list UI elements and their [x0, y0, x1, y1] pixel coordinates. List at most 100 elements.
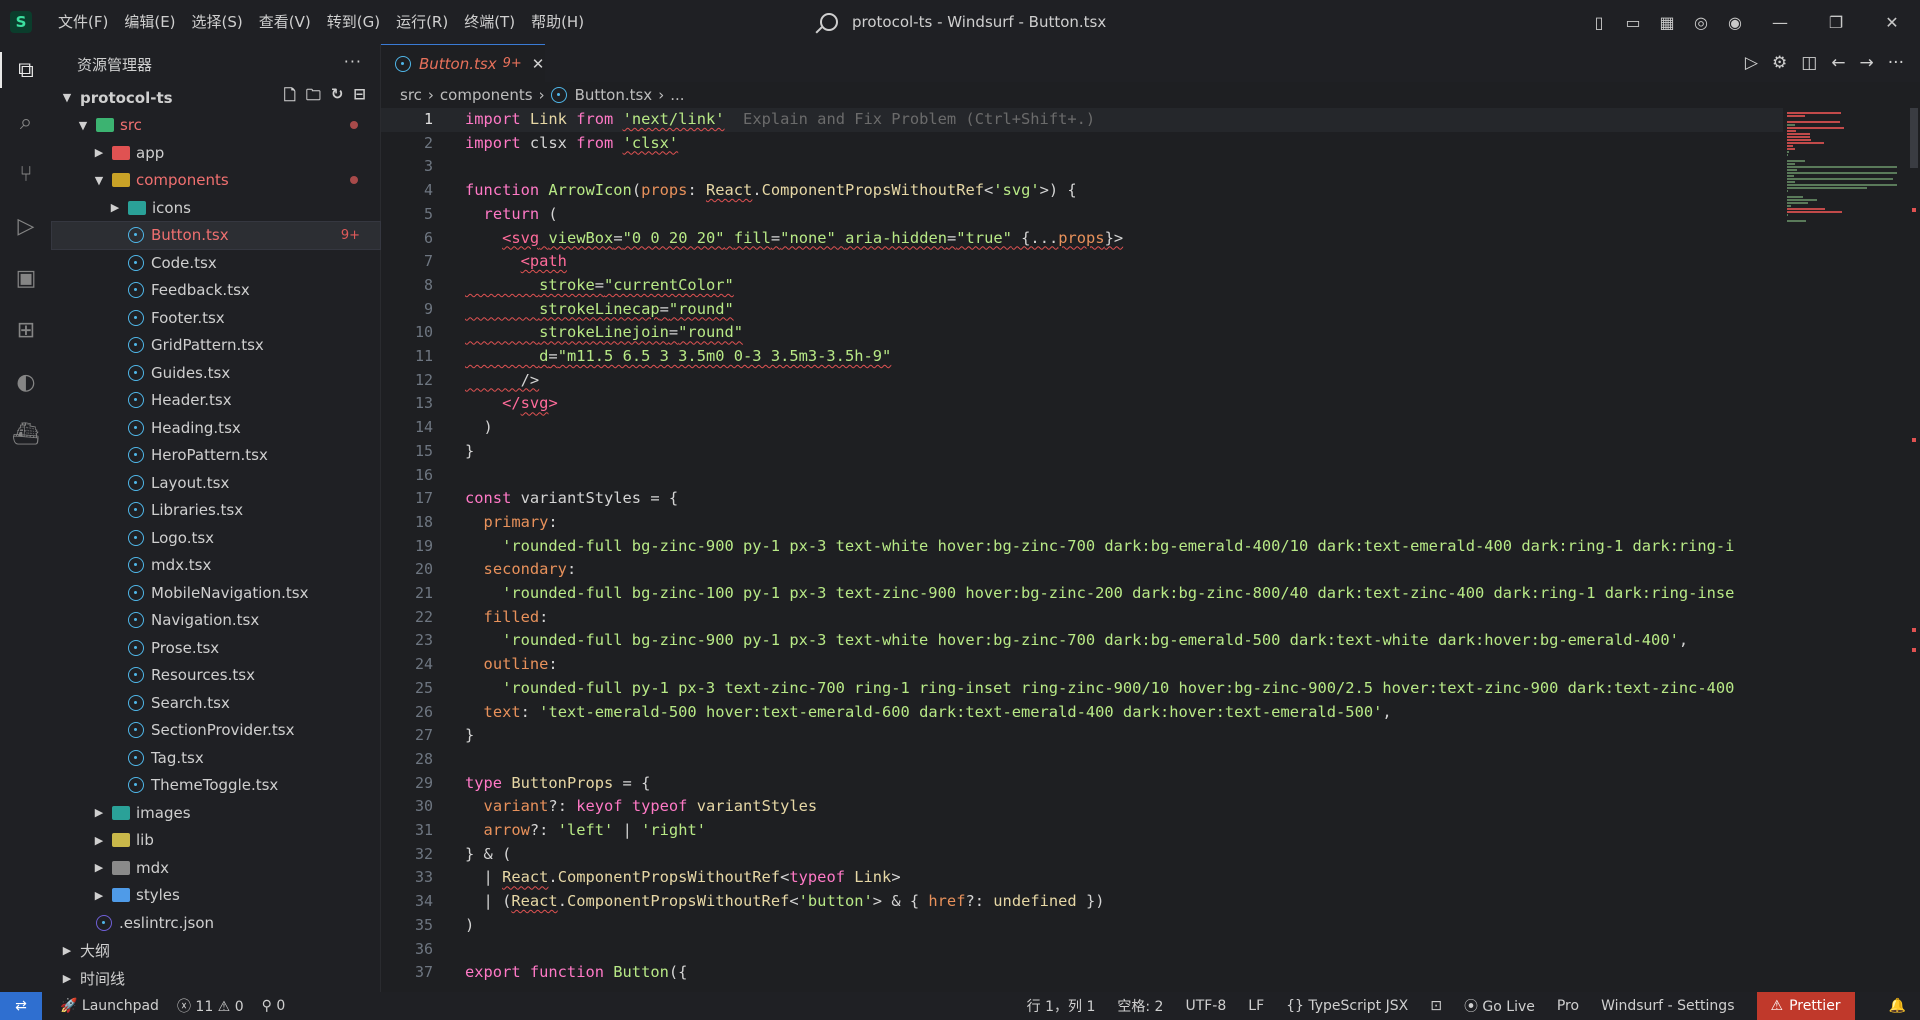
copilot-icon[interactable]: ◎ [1684, 0, 1718, 44]
tree-file[interactable]: MobileNavigation.tsx [52, 579, 380, 607]
menu-item[interactable]: 选择(S) [184, 0, 251, 44]
notifications-bell-icon[interactable]: 🔔 [1889, 998, 1906, 1014]
tree-file[interactable]: Header.tsx [52, 387, 380, 415]
gear-icon[interactable]: ⚙ [1772, 53, 1787, 73]
code-token: }) [1076, 892, 1105, 911]
tree-file[interactable]: Feedback.tsx [52, 277, 380, 305]
minimize-button[interactable]: — [1752, 0, 1808, 44]
close-tab-icon[interactable]: ✕ [532, 55, 545, 73]
end-of-line[interactable]: LF [1248, 998, 1264, 1014]
tree-file[interactable]: Tag.tsx [52, 744, 380, 772]
tree-file[interactable]: Prose.tsx [52, 634, 380, 662]
tree-folder[interactable]: ▼ components [52, 167, 380, 195]
problem-badge: 9+ [340, 227, 360, 243]
tree-file[interactable]: Libraries.tsx [52, 497, 380, 525]
tree-folder[interactable]: ▶ mdx [52, 854, 380, 882]
tree-file[interactable]: Heading.tsx [52, 414, 380, 442]
minimap-line [1787, 121, 1840, 123]
problems-item[interactable]: ⓧ 11 ⚠ 0 [177, 996, 244, 1016]
breadcrumb-components[interactable]: components [440, 86, 533, 104]
cursor-position[interactable]: 行 1，列 1 [1027, 996, 1096, 1016]
customize-layout-icon[interactable]: ▦ [1650, 0, 1684, 44]
encoding[interactable]: UTF-8 [1185, 998, 1226, 1014]
collapse-all-icon[interactable]: ⊟ [353, 85, 366, 110]
run-debug-icon[interactable]: ▷ [0, 200, 52, 252]
tree-file[interactable]: Search.tsx [52, 689, 380, 717]
remote-indicator-button[interactable]: ⇄ [0, 992, 42, 1020]
restore-button[interactable]: ❐ [1808, 0, 1864, 44]
windsurf-settings-item[interactable]: Windsurf - Settings [1601, 998, 1734, 1014]
extensions-icon[interactable]: ⊞ [0, 304, 52, 356]
go-live-item[interactable]: ⦿ Go Live [1464, 996, 1535, 1016]
tree-file[interactable]: Navigation.tsx [52, 607, 380, 635]
minimap[interactable] [1783, 108, 1908, 992]
menu-item[interactable]: 查看(V) [251, 0, 319, 44]
tree-file[interactable]: Logo.tsx [52, 524, 380, 552]
new-folder-icon[interactable]: 🗀 [306, 85, 321, 110]
tree-file[interactable]: .eslintrc.json [52, 909, 380, 937]
react-file-icon [128, 749, 144, 766]
explorer-icon[interactable]: ⧉ [0, 44, 52, 96]
run-icon[interactable]: ▷ [1745, 53, 1758, 73]
search-view-icon[interactable]: ⌕ [0, 96, 52, 148]
code-token: = [770, 228, 781, 247]
menu-bar: 文件(F) 编辑(E) 选择(S) 查看(V) 转到(G) 运行(R) 终端(T) 帮助(H) [50, 0, 592, 44]
more-actions-icon[interactable]: ··· [344, 52, 362, 71]
go-back-icon[interactable]: ← [1831, 53, 1845, 73]
go-forward-icon[interactable]: → [1860, 53, 1874, 73]
ports-item[interactable]: ⚲ 0 [262, 998, 286, 1014]
tree-file[interactable]: Button.tsx 9+ [51, 220, 381, 250]
tree-folder[interactable]: ▶ lib [52, 827, 380, 855]
menu-item[interactable]: 帮助(H) [523, 0, 592, 44]
code-editor[interactable]: 1 import Link from 'next/link' Explain an… [381, 108, 1783, 992]
menu-item[interactable]: 转到(G) [319, 0, 388, 44]
menu-item[interactable]: 运行(R) [388, 0, 456, 44]
tree-folder[interactable]: ▶ styles [52, 882, 380, 910]
source-control-icon[interactable]: ⑂ [0, 148, 52, 200]
breadcrumb-file[interactable]: Button.tsx [575, 86, 653, 104]
breadcrumb-symbol[interactable]: ... [670, 86, 684, 104]
tree-file[interactable]: HeroPattern.tsx [52, 442, 380, 470]
new-file-icon[interactable]: 🗋 [284, 85, 296, 110]
gitlens-icon[interactable]: ◐ [0, 356, 52, 408]
tree-file[interactable]: ThemeToggle.tsx [52, 772, 380, 800]
tree-folder[interactable]: ▶ app [52, 139, 380, 167]
toggle-panel-icon[interactable]: ▭ [1616, 0, 1650, 44]
breadcrumb-src[interactable]: src [400, 86, 422, 104]
launchpad-item[interactable]: 🚀 Launchpad [60, 998, 159, 1014]
tree-file[interactable]: Guides.tsx [52, 359, 380, 387]
docker-icon[interactable]: ⛴ [0, 408, 52, 460]
tree-folder[interactable]: ▶ images [52, 799, 380, 827]
tree-file[interactable]: Code.tsx [52, 249, 380, 277]
pro-item[interactable]: Pro [1557, 998, 1579, 1014]
tree-file[interactable]: SectionProvider.tsx [52, 717, 380, 745]
command-center[interactable]: protocol-ts - Windsurf - Button.tsx [820, 0, 1106, 44]
menu-item[interactable]: 编辑(E) [116, 0, 183, 44]
close-window-button[interactable]: ✕ [1864, 0, 1920, 44]
tree-file[interactable]: Footer.tsx [52, 304, 380, 332]
toggle-sidebar-icon[interactable]: ▯ [1582, 0, 1616, 44]
code-token: } [465, 441, 475, 460]
menu-item[interactable]: 文件(F) [50, 0, 116, 44]
prettier-item[interactable]: ⚠ Prettier [1756, 992, 1855, 1020]
tree-folder[interactable]: ▶ icons [52, 194, 380, 222]
tree-file[interactable]: Resources.tsx [52, 662, 380, 690]
menu-item[interactable]: 终端(T) [456, 0, 523, 44]
tree-folder[interactable]: ▼ src [52, 112, 380, 140]
tree-file[interactable]: Layout.tsx [52, 469, 380, 497]
tree-file[interactable]: GridPattern.tsx [52, 332, 380, 360]
tree-file[interactable]: mdx.tsx [52, 552, 380, 580]
outline-section[interactable]: ▶ 大纲 [52, 937, 380, 965]
remote-explorer-icon[interactable]: ▣ [0, 252, 52, 304]
account-icon[interactable]: ◉ [1718, 0, 1752, 44]
project-root[interactable]: ▼ protocol-ts 🗋 🗀 ↻ ⊟ [52, 84, 380, 112]
refresh-icon[interactable]: ↻ [331, 85, 344, 110]
split-editor-icon[interactable]: ◫ [1801, 53, 1817, 73]
language-mode[interactable]: {} TypeScript JSX [1286, 998, 1408, 1014]
editor-scrollbar[interactable] [1908, 108, 1920, 992]
indentation[interactable]: 空格: 2 [1117, 996, 1163, 1016]
more-actions-icon[interactable]: ··· [1888, 53, 1904, 73]
timeline-section[interactable]: ▶ 时间线 [52, 965, 380, 993]
terminal-icon[interactable]: ⊡ [1430, 998, 1442, 1014]
tab-button-tsx[interactable]: Button.tsx 9+ ✕ [381, 44, 545, 82]
